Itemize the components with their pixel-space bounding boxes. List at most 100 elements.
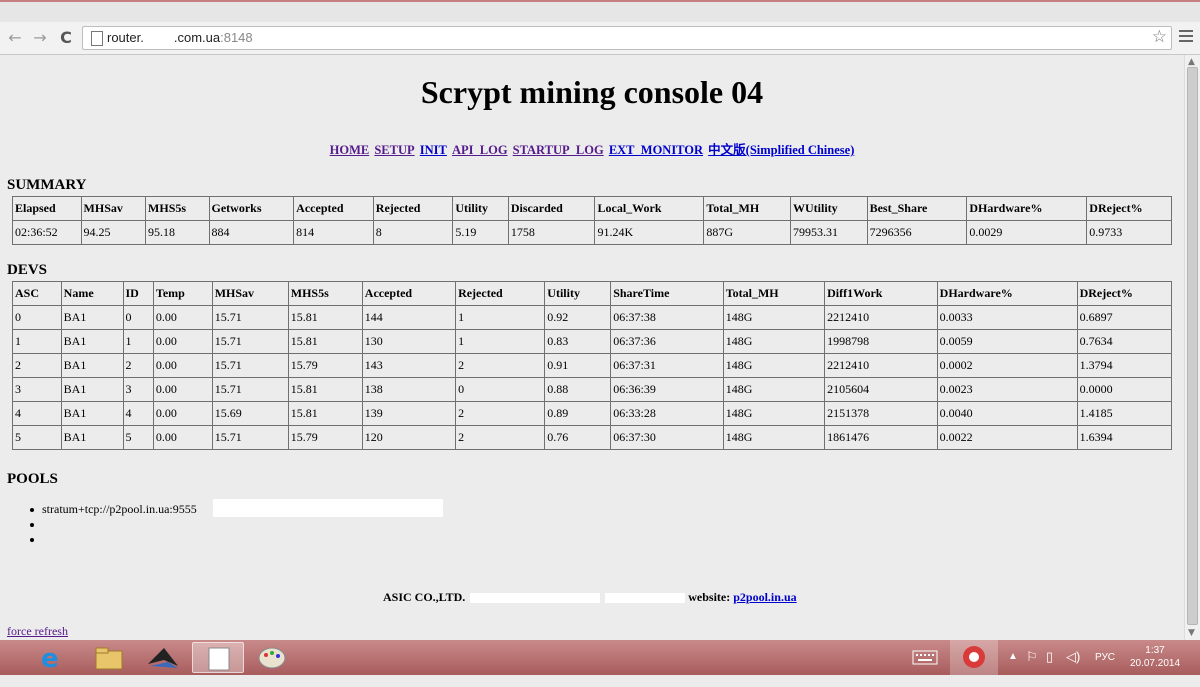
back-button[interactable]: ←: [5, 28, 25, 48]
table-cell: 0.0002: [936, 353, 1078, 378]
table-cell: 0.91: [544, 353, 612, 378]
redacted-block: [213, 499, 443, 517]
table-cell: 02:36:52: [12, 220, 82, 245]
table-cell: 15.71: [211, 353, 289, 378]
nav-home[interactable]: HOME: [330, 143, 370, 157]
column-header: Rejected: [455, 281, 546, 306]
table-cell: 4: [12, 401, 62, 426]
table-cell: 7296356: [866, 220, 968, 245]
url-port: :8148: [220, 30, 253, 45]
table-row: 1 BA1 1 0.00 15.71 15.81 130 1 0.83 06:37:36 148G 1…: [12, 329, 1173, 354]
table-cell: 887G: [703, 220, 791, 245]
nav-init[interactable]: INIT: [420, 143, 447, 157]
url-text: router. .com.ua:8148: [107, 30, 253, 45]
table-cell: 1.6394: [1076, 425, 1173, 450]
clock[interactable]: 1:37 20.07.2014: [1127, 644, 1183, 670]
table-cell: 0.89: [544, 401, 612, 426]
table-cell: 0.0000: [1076, 377, 1173, 402]
url-domain: .com.ua: [173, 30, 221, 45]
force-refresh-link[interactable]: force refresh: [7, 624, 68, 639]
table-cell: 15.71: [211, 305, 289, 330]
table-cell: 144: [361, 305, 457, 330]
bookmark-star-icon[interactable]: ☆: [1152, 27, 1167, 47]
table-cell: 3: [122, 377, 154, 402]
table-cell: 0.0040: [936, 401, 1078, 426]
table-cell: 1.3794: [1076, 353, 1173, 378]
table-cell: 0.0022: [936, 425, 1078, 450]
table-cell: 0.00: [152, 305, 213, 330]
show-hidden-icons-icon[interactable]: ▲: [1008, 651, 1018, 686]
app-taskbar-button[interactable]: [138, 642, 190, 673]
scroll-down-icon[interactable]: ▼: [1188, 628, 1195, 638]
table-cell: 0.6897: [1076, 305, 1173, 330]
browser-toolbar: ← → C router. .com.ua:8148 ☆: [0, 22, 1200, 55]
table-cell: 0.0029: [966, 220, 1088, 245]
notepad-taskbar-button[interactable]: [192, 642, 244, 673]
table-cell: 0.0023: [936, 377, 1078, 402]
column-header: Utility: [452, 196, 509, 221]
table-cell: 148G: [722, 305, 826, 330]
column-header: Getworks: [208, 196, 295, 221]
column-header: MHSav: [80, 196, 147, 221]
title-accent-line: [0, 0, 1200, 2]
table-cell: 130: [361, 329, 457, 354]
nav-chinese[interactable]: 中文版(Simplified Chinese): [708, 143, 854, 157]
column-header: Name: [60, 281, 124, 306]
language-indicator[interactable]: РУС: [1095, 652, 1115, 687]
table-cell: 0.0033: [936, 305, 1078, 330]
svg-text:e: e: [41, 644, 59, 673]
vertical-scrollbar[interactable]: ▲ ▼: [1184, 55, 1200, 640]
table-cell: 884: [208, 220, 295, 245]
table-cell: BA1: [60, 425, 124, 450]
nav-setup[interactable]: SETUP: [374, 143, 414, 157]
table-cell: 148G: [722, 353, 826, 378]
table-header-row: Elapsed MHSav MHS5s Getworks Accepted Rejecte…: [12, 196, 1172, 221]
forward-button[interactable]: →: [30, 28, 50, 48]
table-cell: 148G: [722, 329, 826, 354]
pools-list: stratum+tcp://p2pool.in.ua:9555: [30, 502, 197, 547]
document-icon: [208, 647, 230, 671]
column-header: DHardware%: [966, 196, 1088, 221]
table-cell: 0.76: [544, 425, 612, 450]
network-icon[interactable]: ▯: [1046, 649, 1053, 684]
column-header: Utility: [544, 281, 612, 306]
address-bar[interactable]: router. .com.ua:8148 ☆: [82, 26, 1172, 50]
table-cell: 15.81: [287, 377, 363, 402]
page-title: Scrypt mining console 04: [420, 74, 764, 110]
column-header: MHS5s: [287, 281, 363, 306]
browser-menu-icon[interactable]: [1179, 30, 1193, 45]
column-header: Best_Share: [866, 196, 968, 221]
table-cell: 0.00: [152, 401, 213, 426]
table-cell: 15.69: [211, 401, 289, 426]
table-cell: BA1: [60, 329, 124, 354]
column-header: Total_MH: [703, 196, 791, 221]
table-cell: 0.00: [152, 353, 213, 378]
volume-icon[interactable]: ◁): [1066, 649, 1080, 684]
table-cell: 0.92: [544, 305, 612, 330]
table-cell: 5: [122, 425, 154, 450]
table-cell: 5: [12, 425, 62, 450]
scrollbar-thumb[interactable]: [1187, 67, 1198, 625]
column-header: Total_MH: [722, 281, 826, 306]
paint-taskbar-button[interactable]: [246, 642, 298, 673]
table-row: 02:36:52 94.25 95.18 884 814 8 5.19 1758 91.24K 8…: [12, 220, 1172, 245]
table-cell: 148G: [722, 401, 826, 426]
page-icon: [91, 31, 103, 46]
nav-ext-monitor[interactable]: EXT_MONITOR: [609, 143, 703, 157]
footer: ASIC CO.,LTD. website: p2pool.in.ua: [383, 590, 797, 605]
reload-button[interactable]: C: [56, 28, 76, 48]
table-cell: 120: [361, 425, 457, 450]
table-cell: 0.9733: [1086, 220, 1172, 245]
tray-app-button[interactable]: [950, 640, 998, 675]
nav-startup-log[interactable]: STARTUP_LOG: [513, 143, 604, 157]
column-header: Accepted: [361, 281, 457, 306]
table-cell: 0: [12, 305, 62, 330]
nav-api-log[interactable]: API_LOG: [452, 143, 508, 157]
explorer-taskbar-button[interactable]: [83, 642, 135, 673]
footer-website-link[interactable]: p2pool.in.ua: [733, 590, 796, 604]
flag-icon[interactable]: ⚐: [1026, 649, 1038, 684]
table-header-row: ASC Name ID Temp MHSav MHS5s Accepted Rejected U…: [12, 281, 1173, 306]
keyboard-icon[interactable]: [912, 648, 938, 683]
ie-taskbar-button[interactable]: e: [28, 642, 80, 674]
scroll-up-icon[interactable]: ▲: [1188, 57, 1195, 67]
